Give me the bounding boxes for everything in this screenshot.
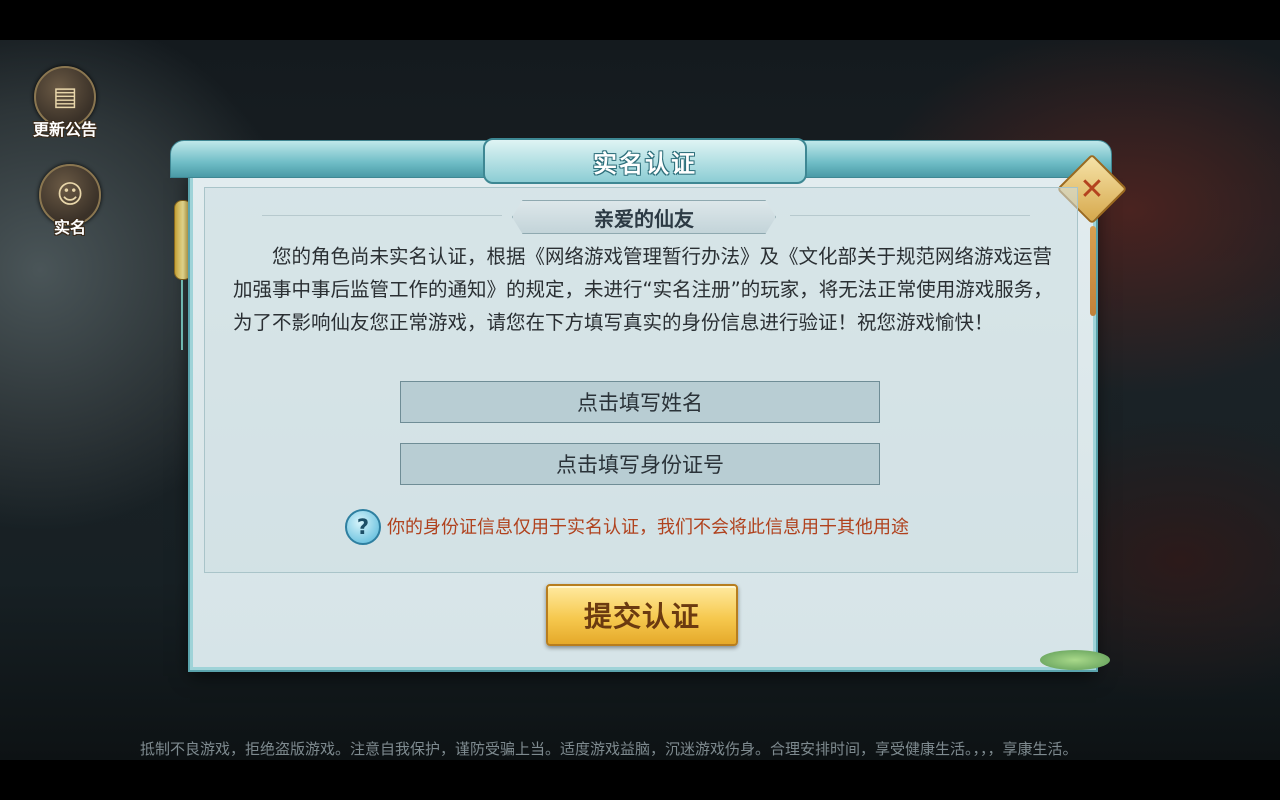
dialog-title: 实名认证 bbox=[593, 149, 697, 178]
submit-button[interactable]: 提交认证 bbox=[546, 584, 738, 646]
health-notice: 抵制不良游戏，拒绝盗版游戏。注意自我保护，谨防受骗上当。适度游戏益脑，沉迷游戏伤… bbox=[140, 740, 1078, 758]
tassel-decoration bbox=[181, 280, 183, 350]
name-input[interactable]: 点击填写姓名 bbox=[400, 381, 880, 423]
greeting-divider-left bbox=[262, 215, 502, 216]
notice-text: 您的角色尚未实名认证，根据《网络游戏管理暂行办法》及《文化部关于规范网络游戏运营… bbox=[233, 245, 1053, 334]
id-input-placeholder: 点击填写身份证号 bbox=[556, 453, 724, 477]
announcement-button[interactable]: ▤ 更新公告 bbox=[20, 66, 110, 140]
submit-label: 提交认证 bbox=[583, 600, 700, 633]
top-letterbox bbox=[0, 0, 1280, 40]
privacy-note: 你的身份证信息仅用于实名认证，我们不会将此信息用于其他用途 bbox=[387, 517, 909, 538]
greeting-plaque: 亲爱的仙友 bbox=[512, 200, 776, 234]
name-input-placeholder: 点击填写姓名 bbox=[577, 391, 703, 415]
dialog-title-plaque: 实名认证 bbox=[483, 138, 807, 184]
id-number-input[interactable]: 点击填写身份证号 bbox=[400, 443, 880, 485]
close-cord-decoration bbox=[1090, 226, 1096, 316]
question-mark-icon[interactable]: ? bbox=[345, 509, 381, 545]
greeting-divider-right bbox=[790, 215, 1030, 216]
realname-label: 实名 bbox=[53, 218, 86, 237]
realname-button[interactable]: ☺ 实名 bbox=[25, 164, 115, 238]
announcement-label: 更新公告 bbox=[32, 120, 97, 139]
greeting-text: 亲爱的仙友 bbox=[594, 206, 694, 231]
bottom-letterbox bbox=[0, 760, 1280, 800]
lotus-decoration bbox=[1040, 650, 1110, 670]
